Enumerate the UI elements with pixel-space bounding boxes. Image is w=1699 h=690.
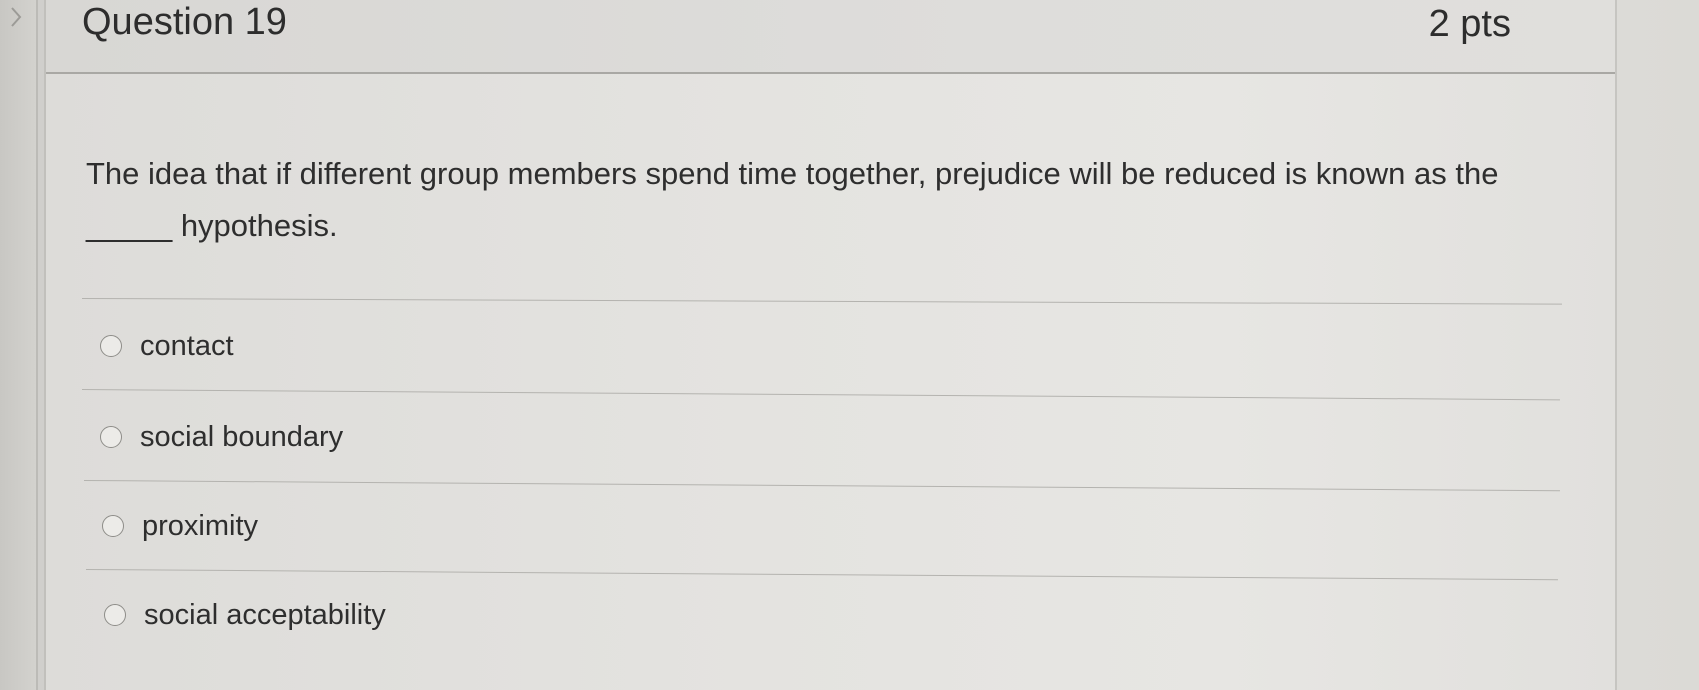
answer-option[interactable]: proximity [102,508,258,544]
radio-button-icon[interactable] [102,515,124,537]
answer-label: social acceptability [144,599,386,631]
answer-option[interactable]: contact [100,328,234,364]
radio-button-icon[interactable] [104,604,126,626]
answer-divider [83,480,1560,492]
answer-option[interactable]: social acceptability [104,597,386,633]
answer-divider [81,298,1562,305]
answer-divider [81,389,1560,401]
radio-button-icon[interactable] [100,426,122,448]
answer-label: proximity [142,510,259,542]
question-title: Question 19 [82,1,287,43]
answer-option[interactable]: social boundary [100,419,343,455]
question-panel: Question 19 2 pts The idea that if diffe… [44,0,1617,690]
quiz-screen: Question 19 2 pts The idea that if diffe… [0,0,1699,690]
chevron-right-icon[interactable] [6,4,28,30]
answer-label: contact [140,330,234,362]
question-header: Question 19 2 pts [46,0,1615,74]
answer-divider [85,569,1558,581]
radio-button-icon[interactable] [100,335,122,357]
question-text: The idea that if different group members… [86,156,1499,243]
answer-label: social boundary [140,421,344,453]
question-points: 2 pts [1428,3,1511,45]
sidebar-strip [0,0,38,690]
